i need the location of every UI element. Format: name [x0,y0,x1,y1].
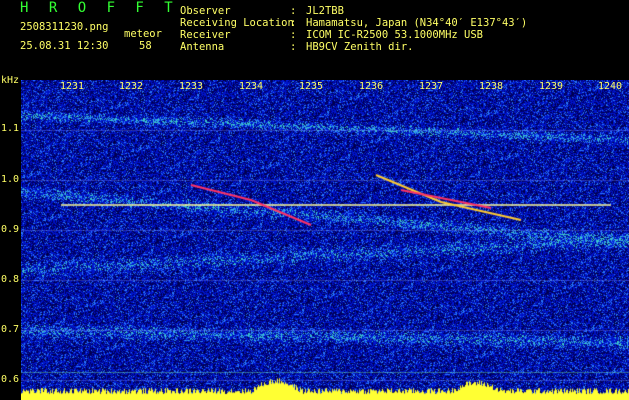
x-tick: 1231 [60,81,85,92]
x-tick: 1237 [419,81,444,92]
meteor-count: 58 [139,40,152,52]
x-tick: 1236 [359,81,384,92]
antenna-label: Antenna [180,41,225,53]
x-tick: 1239 [539,81,564,92]
y-tick: 0.8 [1,274,20,285]
observer-value: JL2TBB [306,5,344,17]
antenna-value: HB9CV Zenith dir. [306,41,414,53]
location-label: Receiving Location [180,17,294,29]
x-tick: 1233 [179,81,204,92]
x-tick: 1232 [119,81,144,92]
y-tick: 1.0 [1,174,20,185]
y-tick: 0.6 [1,374,20,385]
axis-overlay: kHz 1231 1232 1233 1234 1235 1236 1237 1… [0,74,629,400]
header-panel: H R O F F T 2508311230.png 25.08.31 12:3… [0,0,629,74]
meteor-label: meteor [124,28,162,40]
y-tick: 0.7 [1,324,20,335]
y-tick: 0.9 [1,224,20,235]
receiver-value: ICOM IC-R2500 53.1000MHz USB [306,29,484,41]
x-tick: 1235 [299,81,324,92]
receiver-sep: : [290,29,297,41]
x-tick: 1240 [598,81,623,92]
location-sep: : [290,17,297,29]
antenna-sep: : [290,41,297,53]
observer-sep: : [290,5,297,17]
x-tick: 1238 [479,81,504,92]
receiver-label: Receiver [180,29,231,41]
y-tick: 1.1 [1,123,20,134]
observer-label: Observer [180,5,231,17]
x-tick: 1234 [239,81,264,92]
y-unit-label: kHz [1,75,20,86]
location-value: Hamamatsu, Japan (N34°40′ E137°43′) [306,17,528,29]
filename: 2508311230.png [20,21,109,33]
datetime: 25.08.31 12:30 [20,40,109,52]
app-title: H R O F F T [20,0,179,16]
